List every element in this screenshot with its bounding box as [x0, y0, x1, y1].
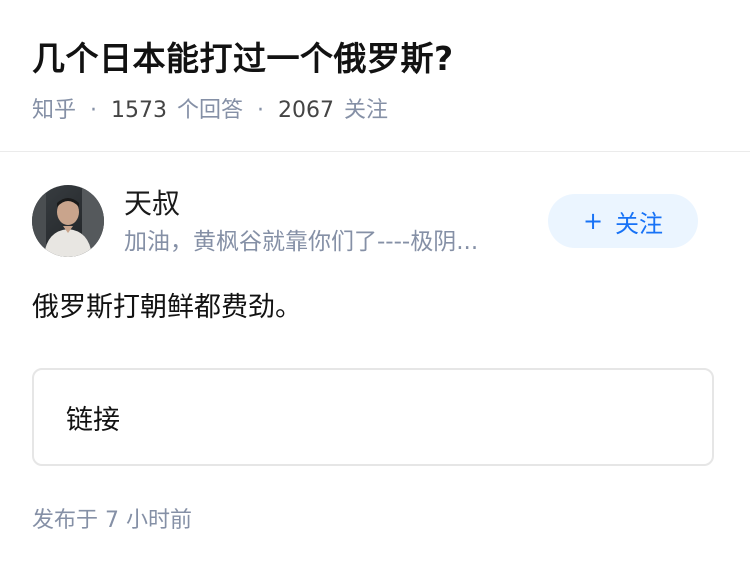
author-row: 天叔 加油，黄枫谷就靠你们了----极阴... + 关注: [32, 184, 718, 260]
question-header: 几个日本能打过一个俄罗斯? 知乎 · 1573 个回答 · 2067 关注: [32, 34, 722, 126]
answer-count: 1573: [111, 98, 168, 123]
follow-button[interactable]: + 关注: [548, 194, 698, 248]
author-name[interactable]: 天叔: [124, 184, 180, 224]
avatar[interactable]: [32, 185, 104, 257]
meta-separator: ·: [257, 98, 265, 123]
follower-count-label: 关注: [344, 98, 389, 123]
question-meta: 知乎 · 1573 个回答 · 2067 关注: [32, 96, 722, 126]
answer-count-label: 个回答: [177, 98, 244, 123]
source-label[interactable]: 知乎: [32, 96, 76, 126]
avatar-image: [32, 185, 104, 257]
meta-separator: ·: [90, 98, 98, 123]
follower-count: 2067: [278, 98, 335, 123]
link-label: 链接: [66, 404, 120, 436]
question-title[interactable]: 几个日本能打过一个俄罗斯?: [32, 34, 722, 84]
publish-time: 发布于 7 小时前: [32, 508, 192, 533]
author-bio: 加油，黄枫谷就靠你们了----极阴...: [124, 229, 479, 255]
follow-label: 关注: [615, 209, 664, 238]
link-card[interactable]: 链接: [32, 368, 714, 466]
divider: [0, 151, 750, 152]
plus-icon: +: [582, 207, 604, 235]
answer-text: 俄罗斯打朝鲜都费劲。: [32, 292, 302, 323]
